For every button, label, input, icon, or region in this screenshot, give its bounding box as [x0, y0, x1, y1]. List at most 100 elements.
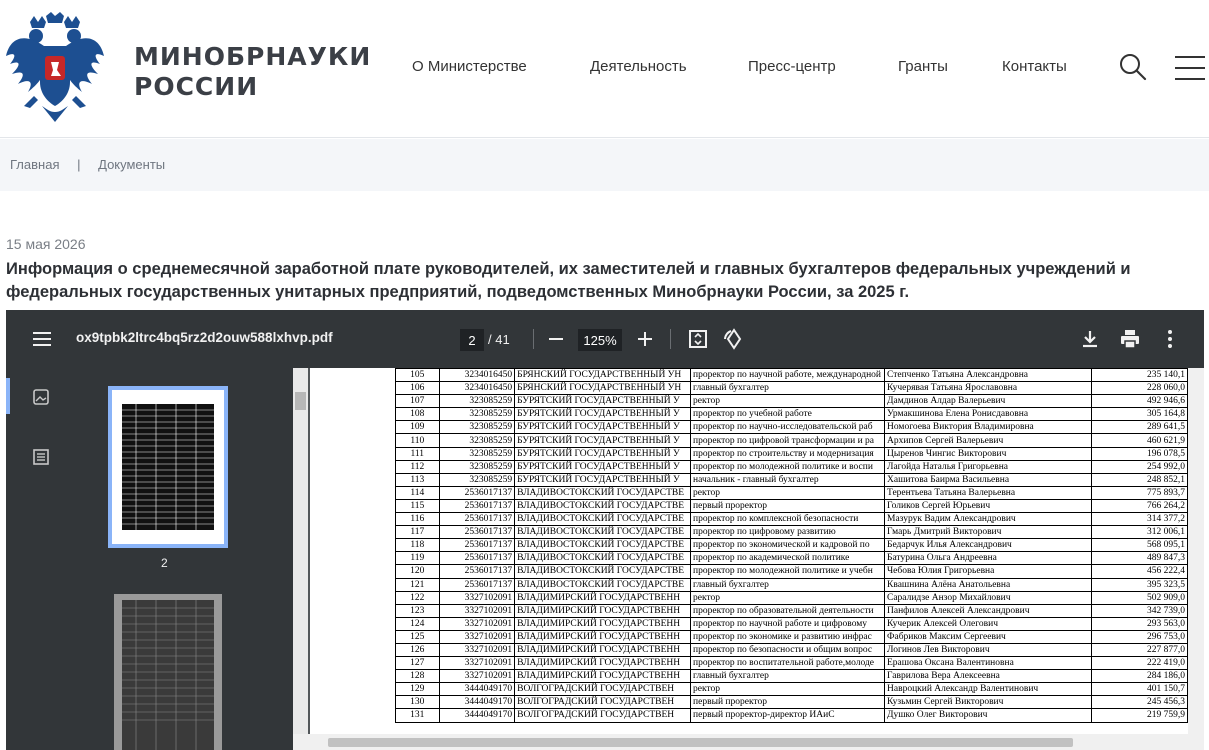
cell-organization: ВЛАДИМИРСКИЙ ГОСУДАРСТВЕНН — [514, 656, 692, 671]
cell-inn: 3327102091 — [438, 669, 516, 684]
publication-date: 15 мая 2026 — [6, 236, 86, 252]
cell-position: главный бухгалтер — [690, 669, 885, 684]
cell-row-number: 114 — [395, 485, 440, 500]
table-row: 121 2536017137 ВЛАДИВОСТОКСКИЙ ГОСУДАРСТВЕ… — [395, 577, 1188, 592]
nav-item-grants[interactable]: Гранты — [898, 58, 948, 75]
rotate-icon[interactable] — [722, 327, 746, 351]
cell-salary: 502 909,0 — [1091, 590, 1188, 605]
cell-inn: 323085259 — [438, 459, 516, 474]
sidebar-toggle-icon[interactable] — [32, 330, 52, 348]
cell-inn: 2536017137 — [438, 485, 516, 500]
cell-inn: 3444049170 — [438, 682, 516, 697]
cell-position: проректор по научной работе, международн… — [690, 368, 885, 383]
cell-row-number: 127 — [395, 656, 440, 671]
pdf-page: 105 3234016450 БРЯНСКИЙ ГОСУДАРСТВЕННЫЙ УН… — [310, 368, 1188, 734]
cell-row-number: 106 — [395, 381, 440, 396]
salary-value: 289 641,5 — [1147, 422, 1185, 433]
cell-position: ректор — [690, 682, 885, 697]
salary-value: 395 323,5 — [1147, 579, 1185, 590]
table-row: 111 323085259 БУРЯТСКИЙ ГОСУДАРСТВЕННЫЙ Уп… — [395, 446, 1188, 461]
outline-view-icon[interactable] — [30, 446, 52, 468]
table-row: 107 323085259 БУРЯТСКИЙ ГОСУДАРСТВЕННЫЙ Ур… — [395, 394, 1188, 409]
cell-full-name: Бедарчук Илья Александрович — [883, 538, 1093, 553]
cell-position: проректор по образовательной деятельност… — [690, 603, 885, 618]
cell-organization: ВЛАДИВОСТОКСКИЙ ГОСУДАРСТВЕ — [514, 498, 692, 514]
thumbnail-table-preview — [122, 404, 214, 530]
salary-value: 248 852,1 — [1147, 474, 1185, 485]
coat-of-arms-logo[interactable] — [4, 12, 106, 124]
cell-full-name: Логинов Лев Викторович — [883, 642, 1093, 658]
brand-name[interactable]: МИНОБРНАУКИ РОССИИ — [134, 42, 371, 102]
cell-organization: БУРЯТСКИЙ ГОСУДАРСТВЕННЫЙ У — [514, 472, 692, 487]
breadcrumb-documents-link[interactable]: Документы — [98, 157, 165, 172]
nav-item-contacts[interactable]: Контакты — [1002, 58, 1067, 75]
cell-salary: 289 641,5 — [1091, 420, 1188, 435]
search-icon[interactable] — [1118, 52, 1148, 82]
cell-position: проректор по безопасности и общим вопрос — [690, 642, 885, 658]
cell-inn: 323085259 — [438, 472, 516, 487]
cell-organization: ВЛАДИМИРСКИЙ ГОСУДАРСТВЕНН — [514, 590, 692, 605]
nav-item-activity[interactable]: Деятельность — [590, 58, 687, 75]
cell-salary: 222 419,0 — [1091, 656, 1188, 671]
cell-salary: 314 377,2 — [1091, 512, 1188, 527]
more-options-icon[interactable] — [1158, 327, 1182, 351]
cell-row-number: 112 — [395, 459, 440, 474]
toolbar-divider — [533, 329, 534, 349]
cell-position: проректор по научной работе и цифровому — [690, 616, 885, 631]
cell-full-name: Ерашова Оксана Валентиновна — [883, 656, 1093, 671]
cell-row-number: 117 — [395, 525, 440, 540]
cell-salary: 235 140,1 — [1091, 368, 1188, 383]
hamburger-menu-icon[interactable] — [1174, 55, 1206, 81]
cell-salary: 775 893,7 — [1091, 485, 1188, 500]
page-thumbnail-3[interactable] — [114, 594, 222, 750]
pdf-document-area[interactable]: 105 3234016450 БРЯНСКИЙ ГОСУДАРСТВЕННЫЙ УН… — [293, 368, 1204, 750]
thumbnails-view-icon[interactable] — [30, 386, 52, 408]
cell-inn: 2536017137 — [438, 551, 516, 566]
cell-inn: 3234016450 — [438, 381, 516, 396]
download-icon[interactable] — [1078, 327, 1102, 351]
salary-value: 568 095,1 — [1147, 540, 1185, 551]
cell-organization: БУРЯТСКИЙ ГОСУДАРСТВЕННЫЙ У — [514, 433, 692, 448]
salary-value: 502 909,0 — [1147, 592, 1185, 603]
cell-full-name: Цыренов Чингис Викторович — [883, 446, 1093, 461]
fit-to-page-icon[interactable] — [686, 327, 710, 351]
scrollbar-vertical-right[interactable] — [1188, 368, 1204, 738]
cell-full-name: Квашнина Алёна Анатольевна — [883, 577, 1093, 592]
scrollbar-thumb[interactable] — [295, 392, 306, 410]
cell-position: ректор — [690, 394, 885, 409]
page-number-input[interactable] — [460, 329, 484, 351]
cell-salary: 460 621,9 — [1091, 433, 1188, 448]
cell-salary: 254 992,0 — [1091, 459, 1188, 474]
cell-organization: БУРЯТСКИЙ ГОСУДАРСТВЕННЫЙ У — [514, 459, 692, 474]
breadcrumb-band: Главная | Документы — [0, 139, 1209, 191]
cell-row-number: 116 — [395, 512, 440, 527]
scrollbar-thumb[interactable] — [328, 738, 1073, 747]
cell-position: проректор по молодежной политике и воспи — [690, 459, 885, 474]
cell-salary: 245 456,3 — [1091, 695, 1188, 710]
nav-item-press-center[interactable]: Пресс-центр — [748, 58, 836, 75]
scrollbar-vertical-left[interactable] — [293, 368, 308, 738]
table-row: 127 3327102091 ВЛАДИМИРСКИЙ ГОСУДАРСТВЕНН п… — [395, 656, 1188, 671]
cell-inn: 3234016450 — [438, 368, 516, 383]
print-icon[interactable] — [1118, 327, 1142, 351]
salary-value: 305 164,8 — [1147, 409, 1185, 420]
scrollbar-horizontal[interactable] — [293, 734, 1204, 750]
salary-value: 296 753,0 — [1147, 631, 1185, 642]
zoom-out-icon[interactable] — [544, 327, 568, 351]
table-row: 122 3327102091 ВЛАДИМИРСКИЙ ГОСУДАРСТВЕНН р… — [395, 590, 1188, 605]
table-row: 125 3327102091 ВЛАДИМИРСКИЙ ГОСУДАРСТВЕНН п… — [395, 629, 1188, 644]
cell-salary: 293 563,0 — [1091, 616, 1188, 631]
cell-salary: 312 006,1 — [1091, 525, 1188, 540]
cell-full-name: Мазурук Вадим Александрович — [883, 512, 1093, 527]
zoom-in-icon[interactable] — [633, 327, 657, 351]
salary-value: 460 621,9 — [1147, 435, 1185, 446]
table-row: 113 323085259 БУРЯТСКИЙ ГОСУДАРСТВЕННЫЙ Ун… — [395, 472, 1188, 487]
salary-table: 105 3234016450 БРЯНСКИЙ ГОСУДАРСТВЕННЫЙ УН… — [395, 368, 1188, 723]
cell-organization: ВЛАДИВОСТОКСКИЙ ГОСУДАРСТВЕ — [514, 564, 692, 579]
nav-item-ministry[interactable]: О Министерстве — [412, 58, 527, 75]
breadcrumb-home-link[interactable]: Главная — [10, 157, 59, 172]
cell-full-name: Навроцкий Александр Валентинович — [883, 682, 1093, 697]
sidebar-active-indicator — [6, 378, 10, 414]
page-thumbnail-2[interactable] — [108, 386, 228, 548]
zoom-level-input[interactable] — [578, 329, 622, 351]
